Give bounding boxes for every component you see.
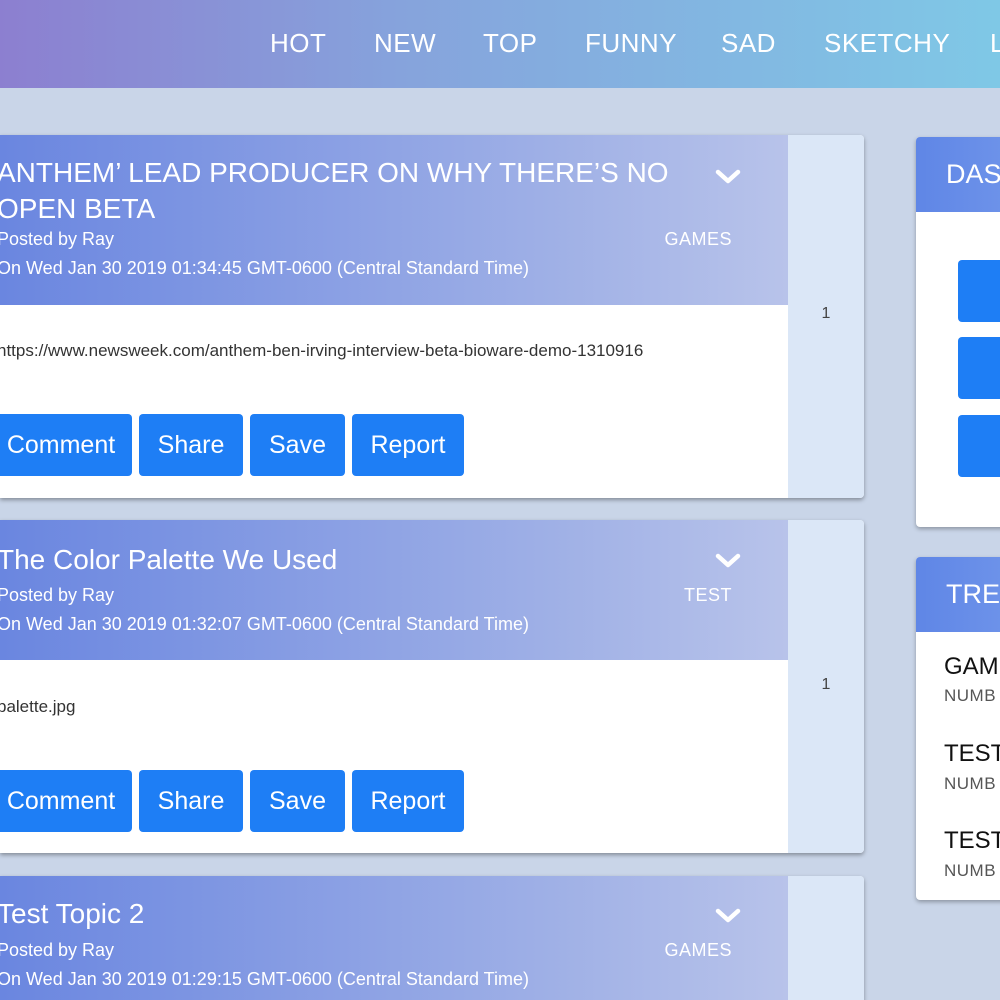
post-date: On Wed Jan 30 2019 01:32:07 GMT-0600 (Ce…: [0, 614, 529, 634]
post-header: The Color Palette We Used Posted by Ray …: [0, 520, 788, 660]
report-button[interactable]: Report: [352, 414, 464, 476]
nav-new[interactable]: NEW: [374, 28, 436, 59]
save-button[interactable]: Save: [250, 770, 345, 832]
post-title[interactable]: The Color Palette We Used: [0, 542, 677, 578]
dashboard-card: DAS: [916, 137, 1000, 527]
vote-column: [788, 876, 864, 1000]
chevron-down-icon[interactable]: [714, 551, 742, 571]
post-date: On Wed Jan 30 2019 01:34:45 GMT-0600 (Ce…: [0, 258, 529, 278]
trending-item-name[interactable]: GAM: [944, 653, 999, 681]
post-category[interactable]: GAMES: [664, 940, 732, 961]
comment-button[interactable]: Comment: [0, 770, 132, 832]
post-header: ANTHEM’ LEAD PRODUCER ON WHY THERE’S NO …: [0, 135, 788, 305]
nav-funny[interactable]: FUNNY: [585, 28, 677, 59]
share-button[interactable]: Share: [139, 414, 243, 476]
dashboard-header: DAS: [916, 137, 1000, 212]
report-button[interactable]: Report: [352, 770, 464, 832]
post-title[interactable]: ANTHEM’ LEAD PRODUCER ON WHY THERE’S NO …: [0, 155, 677, 227]
post-card: The Color Palette We Used Posted by Ray …: [0, 520, 864, 853]
post-author: Posted by Ray: [0, 229, 115, 249]
post-author: Posted by Ray: [0, 940, 115, 960]
trending-item-name[interactable]: TEST: [944, 827, 1000, 855]
vote-count: 1: [821, 305, 831, 322]
nav-top[interactable]: TOP: [483, 28, 537, 59]
share-button[interactable]: Share: [139, 770, 243, 832]
post-author: Posted by Ray: [0, 585, 115, 605]
post-category[interactable]: TEST: [684, 585, 732, 606]
dashboard-title: DAS: [946, 159, 1000, 189]
save-button[interactable]: Save: [250, 414, 345, 476]
dashboard-button[interactable]: [958, 337, 1000, 399]
post-link[interactable]: https://www.newsweek.com/anthem-ben-irvi…: [0, 341, 643, 361]
nav-sketchy[interactable]: SKETCHY: [824, 28, 950, 59]
nav-hot[interactable]: HOT: [270, 28, 326, 59]
post-card: ANTHEM’ LEAD PRODUCER ON WHY THERE’S NO …: [0, 135, 864, 498]
vote-column: 1: [788, 520, 864, 853]
post-header: Test Topic 2 Posted by Ray On Wed Jan 30…: [0, 876, 788, 1000]
app-root: HOT NEW TOP FUNNY SAD SKETCHY L ANTHEM’ …: [0, 0, 1000, 1000]
trending-header: TRE: [916, 557, 1000, 632]
trending-item-count: NUMB: [944, 861, 997, 880]
post-category[interactable]: GAMES: [664, 229, 732, 250]
post-card: Test Topic 2 Posted by Ray On Wed Jan 30…: [0, 876, 864, 1000]
nav-sad[interactable]: SAD: [721, 28, 776, 59]
vote-count: 1: [821, 676, 831, 693]
dashboard-button[interactable]: [958, 260, 1000, 322]
chevron-down-icon[interactable]: [714, 906, 742, 926]
chevron-down-icon[interactable]: [714, 167, 742, 187]
trending-item-count: NUMB: [944, 774, 997, 793]
trending-title: TRE: [946, 579, 1000, 609]
top-nav: HOT NEW TOP FUNNY SAD SKETCHY L: [0, 0, 1000, 88]
trending-item-name[interactable]: TEST: [944, 740, 1000, 768]
trending-item-count: NUMB: [944, 686, 997, 705]
comment-button[interactable]: Comment: [0, 414, 132, 476]
trending-card: TRE GAM NUMB TEST NUMB TEST NUMB: [916, 557, 1000, 900]
vote-column: 1: [788, 135, 864, 498]
post-title[interactable]: Test Topic 2: [0, 896, 677, 932]
post-link[interactable]: palette.jpg: [0, 697, 75, 717]
nav-item-partial[interactable]: L: [990, 28, 1000, 59]
dashboard-button[interactable]: [958, 415, 1000, 477]
post-date: On Wed Jan 30 2019 01:29:15 GMT-0600 (Ce…: [0, 969, 529, 989]
